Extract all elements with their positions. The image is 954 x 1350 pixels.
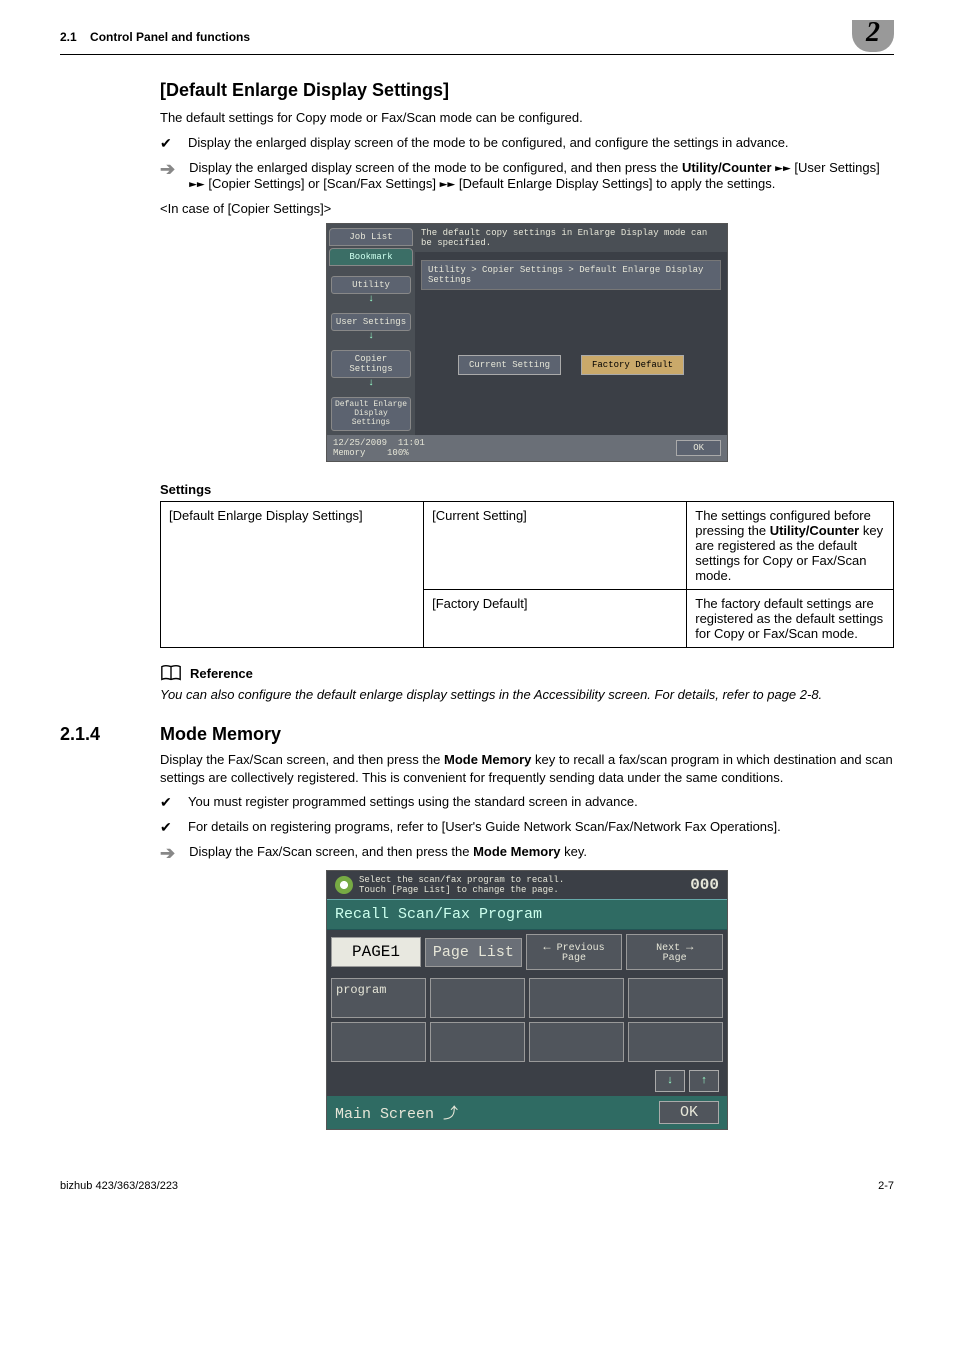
tab-job-list[interactable]: Job List (329, 228, 413, 246)
factory-default-button[interactable]: Factory Default (581, 355, 684, 375)
cell-r2c2: [Factory Default] (424, 590, 687, 648)
figure-caption-1: <In case of [Copier Settings]> (160, 200, 894, 218)
screen-title-bar: Recall Scan/Fax Program (327, 899, 727, 930)
next-page-button[interactable]: Next →Page (626, 934, 723, 970)
section-heading: [Default Enlarge Display Settings] (160, 80, 894, 101)
page-list-button[interactable]: Page List (425, 938, 522, 967)
ok-button[interactable]: OK (676, 440, 721, 456)
footer-model: bizhub 423/363/283/223 (60, 1180, 178, 1192)
footer-page: 2-7 (878, 1180, 894, 1192)
program-slot-2[interactable] (430, 978, 525, 1018)
mode-memory-intro: Display the Fax/Scan screen, and then pr… (160, 751, 894, 786)
tab-bookmark[interactable]: Bookmark (329, 248, 413, 266)
page-indicator: PAGE1 (331, 937, 421, 967)
table-title: Settings (160, 482, 894, 497)
chapter-badge: 2 (852, 20, 894, 52)
book-icon (160, 664, 182, 682)
program-slot-5[interactable] (331, 1022, 426, 1062)
settings-table: [Default Enlarge Display Settings] [Curr… (160, 501, 894, 648)
program-slot-3[interactable] (529, 978, 624, 1018)
cell-r2c3: The factory default settings are registe… (687, 590, 894, 648)
page-header: 2.1 Control Panel and functions 2 (60, 30, 894, 55)
check-text-mm1: You must register programmed settings us… (188, 794, 638, 809)
crumb-copier-settings[interactable]: Copier Settings (331, 350, 411, 378)
reference-label: Reference (190, 666, 253, 681)
page-footer: bizhub 423/363/283/223 2-7 (60, 1180, 894, 1192)
arrow-text-1: Display the enlarged display screen of t… (189, 160, 894, 192)
scroll-down-button[interactable]: ↓ (655, 1070, 685, 1092)
checkmark-icon: ✔ (160, 819, 174, 836)
current-setting-button[interactable]: Current Setting (458, 355, 561, 375)
arrow-icon: ➔ (160, 844, 175, 862)
screenshot-mode-memory: Select the scan/fax program to recall. T… (326, 870, 728, 1130)
cell-r1c3: The settings configured before pressing … (687, 502, 894, 590)
main-screen-button[interactable]: Main Screen ⤴ (335, 1102, 458, 1123)
reference-text: You can also configure the default enlar… (160, 686, 894, 704)
cell-r1c2: [Current Setting] (424, 502, 687, 590)
subsection-number: 2.1.4 (60, 724, 130, 745)
crumb-utility[interactable]: Utility (331, 276, 411, 294)
chevron-down-icon: ↓ (368, 294, 374, 305)
breadcrumb-path: Utility > Copier Settings > Default Enla… (421, 260, 721, 290)
screenshot-copier-settings: Job List Bookmark Utility ↓ User Setting… (326, 223, 728, 462)
chevron-down-icon: ↓ (368, 331, 374, 342)
checkmark-icon: ✔ (160, 794, 174, 811)
program-slot-8[interactable] (628, 1022, 723, 1062)
panel-message: The default copy settings in Enlarge Dis… (415, 224, 727, 252)
header-section-num: 2.1 (60, 30, 77, 44)
scroll-up-button[interactable]: ↑ (689, 1070, 719, 1092)
ok-button[interactable]: OK (659, 1101, 719, 1124)
crumb-default-enlarge[interactable]: Default Enlarge Display Settings (331, 397, 411, 431)
checkmark-icon: ✔ (160, 135, 174, 152)
previous-page-button[interactable]: ← PreviousPage (526, 934, 623, 970)
check-text-mm2: For details on registering programs, ref… (188, 819, 781, 834)
arrow-icon: ➔ (160, 160, 175, 178)
check-text-1: Display the enlarged display screen of t… (188, 135, 789, 150)
intro-text: The default settings for Copy mode or Fa… (160, 109, 894, 127)
subsection-title: Mode Memory (160, 724, 281, 745)
header-section-title: Control Panel and functions (90, 30, 250, 44)
program-slot-1[interactable]: program (331, 978, 426, 1018)
status-icon (335, 876, 353, 894)
cell-r1c1: [Default Enlarge Display Settings] (161, 502, 424, 648)
panel-msg: Select the scan/fax program to recall. T… (359, 875, 564, 895)
crumb-user-settings[interactable]: User Settings (331, 313, 411, 331)
program-slot-4[interactable] (628, 978, 723, 1018)
counter-display: 000 (690, 876, 719, 894)
status-area: 12/25/2009 11:01 Memory 100% (333, 438, 425, 458)
program-slot-7[interactable] (529, 1022, 624, 1062)
program-slot-6[interactable] (430, 1022, 525, 1062)
chevron-down-icon: ↓ (368, 378, 374, 389)
arrow-text-mm: Display the Fax/Scan screen, and then pr… (189, 844, 587, 859)
